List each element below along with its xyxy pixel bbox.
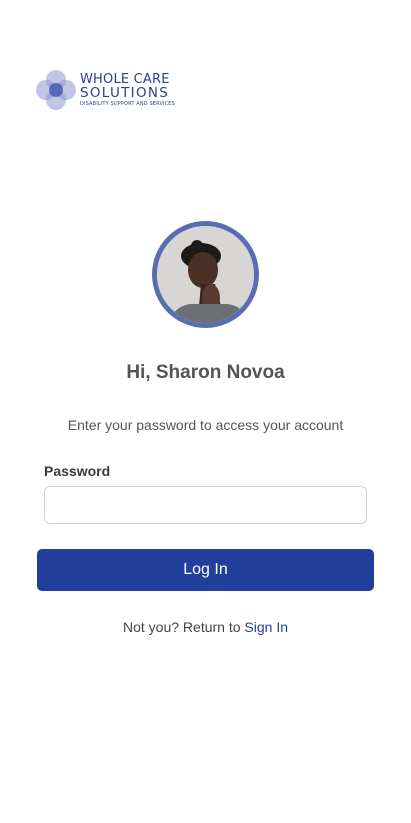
log-in-button[interactable]: Log In xyxy=(37,549,374,591)
password-input[interactable] xyxy=(44,486,367,524)
return-to-sign-in: Not you? Return to Sign In xyxy=(0,619,411,635)
password-instruction: Enter your password to access your accou… xyxy=(67,417,344,433)
logo-text: WHOLE CARE SOLUTIONS DISABILITY SUPPORT … xyxy=(80,73,175,108)
sign-in-link[interactable]: Sign In xyxy=(244,619,288,635)
user-avatar xyxy=(152,221,259,328)
brand-logo: WHOLE CARE SOLUTIONS DISABILITY SUPPORT … xyxy=(34,68,175,112)
logo-line-2: SOLUTIONS xyxy=(80,84,170,101)
avatar-photo xyxy=(157,226,254,323)
logo-tagline: DISABILITY SUPPORT AND SERVICES xyxy=(80,101,175,108)
greeting-title: Hi, Sharon Novoa xyxy=(126,362,285,383)
logo-flower-icon xyxy=(34,68,78,112)
logo-line-1: WHOLE CARE xyxy=(80,71,170,87)
password-label: Password xyxy=(44,463,111,479)
return-prefix: Not you? Return to xyxy=(123,619,241,635)
